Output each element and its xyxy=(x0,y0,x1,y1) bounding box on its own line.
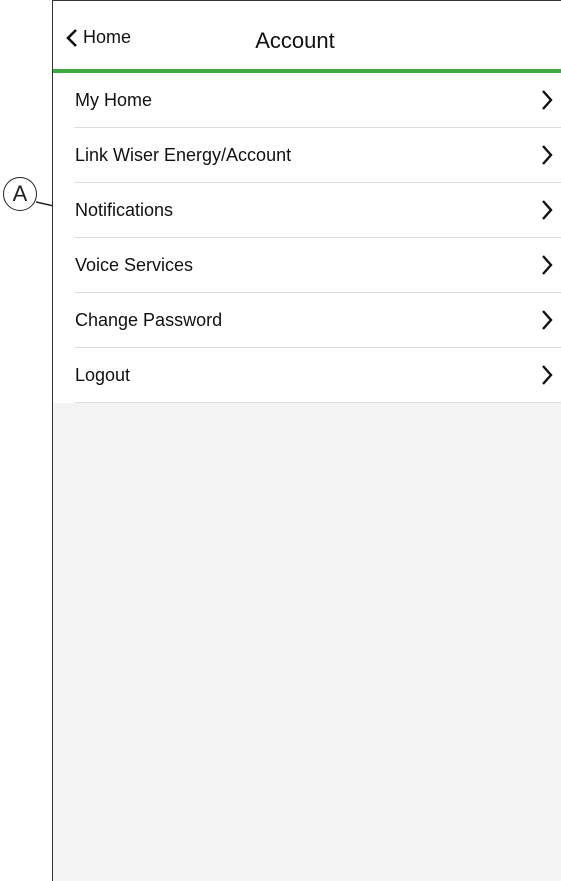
chevron-right-icon xyxy=(542,90,553,110)
phone-screen: Home Account My Home Link Wiser Energy/A… xyxy=(52,0,561,881)
chevron-right-icon xyxy=(542,200,553,220)
nav-header: Home Account xyxy=(53,1,561,73)
menu-item-label: Logout xyxy=(75,364,131,385)
menu-item-label: Notifications xyxy=(75,199,174,220)
menu-item-label: Voice Services xyxy=(75,254,194,275)
menu-item-label: Change Password xyxy=(75,309,223,330)
menu-item-label: My Home xyxy=(75,89,153,110)
menu-item-change-password[interactable]: Change Password xyxy=(75,293,561,348)
menu-item-label: Link Wiser Energy/Account xyxy=(75,144,292,165)
menu-item-logout[interactable]: Logout xyxy=(75,348,561,403)
account-menu: My Home Link Wiser Energy/Account Notifi… xyxy=(53,73,561,403)
menu-item-notifications[interactable]: Notifications xyxy=(75,183,561,238)
chevron-right-icon xyxy=(542,365,553,385)
callout-a: A xyxy=(3,177,37,211)
chevron-right-icon xyxy=(542,145,553,165)
menu-item-link-wiser-energy[interactable]: Link Wiser Energy/Account xyxy=(75,128,561,183)
menu-item-voice-services[interactable]: Voice Services xyxy=(75,238,561,293)
page-title: Account xyxy=(255,28,335,53)
menu-item-my-home[interactable]: My Home xyxy=(75,73,561,128)
callout-letter: A xyxy=(12,181,28,206)
chevron-right-icon xyxy=(542,310,553,330)
chevron-right-icon xyxy=(542,255,553,275)
